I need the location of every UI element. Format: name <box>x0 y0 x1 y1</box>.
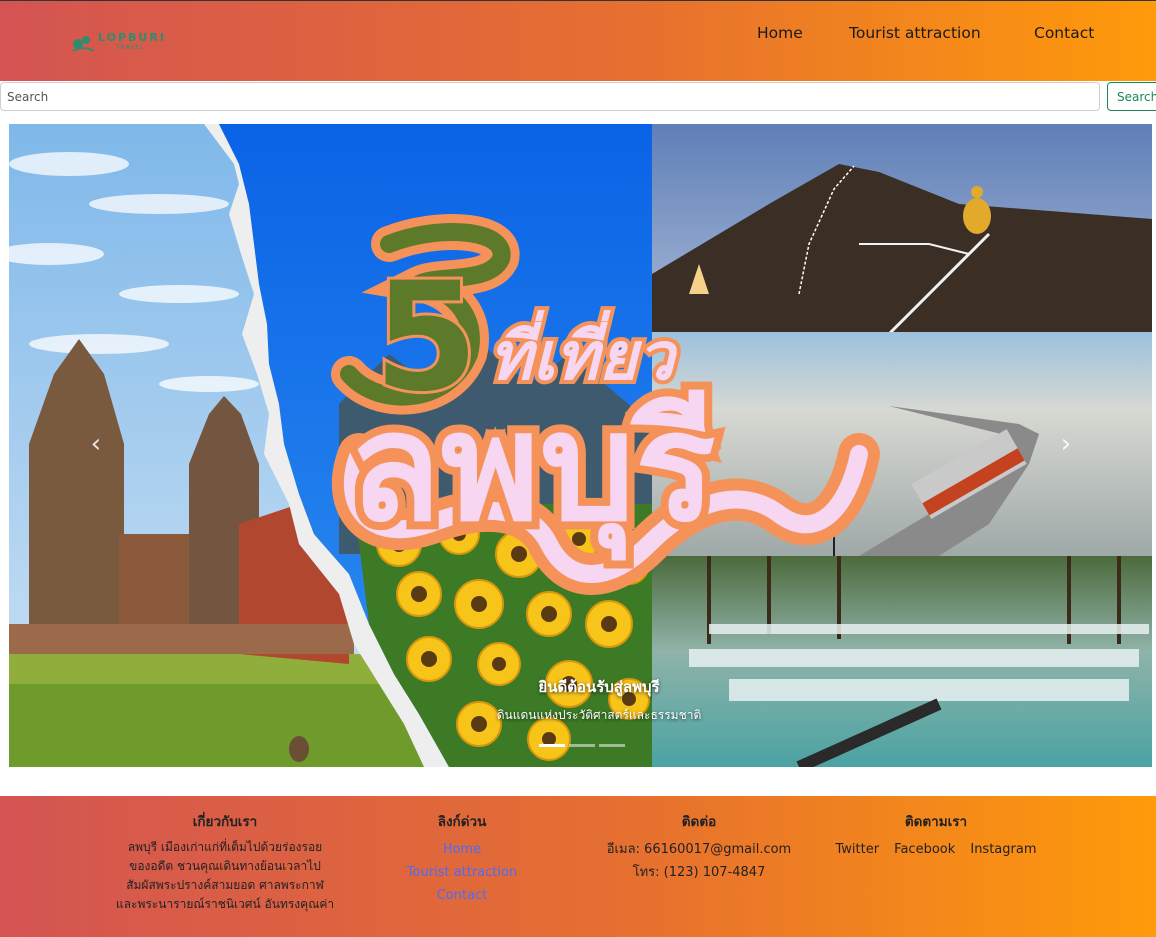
nav-tourist-attraction[interactable]: Tourist attraction <box>849 24 981 46</box>
site-header: LOPBURI TRAVEL Home Tourist attraction C… <box>0 0 1156 81</box>
site-logo[interactable]: LOPBURI TRAVEL <box>70 31 170 55</box>
footer-link-tourist-attraction[interactable]: Tourist attraction <box>382 861 542 884</box>
footer-links-heading: ลิงก์ด่วน <box>437 814 487 830</box>
footer-about-heading: เกี่ยวกับเรา <box>192 814 258 830</box>
carousel-next-button[interactable]: › <box>1051 414 1081 474</box>
carousel-indicator[interactable] <box>539 744 565 747</box>
chevron-left-icon: ‹ <box>90 429 102 459</box>
carousel-caption-title: ยินดีต้อนรับสู่ลพบุรี <box>538 678 660 696</box>
chevron-right-icon: › <box>1060 429 1072 459</box>
site-footer: เกี่ยวกับเรา ลพบุรี เมืองเก่าแก่ที่เต็มไ… <box>0 796 1156 937</box>
search-input[interactable] <box>0 82 1100 111</box>
carousel-indicators <box>539 744 629 748</box>
footer-follow: ติดตามเรา Twitter Facebook Instagram <box>826 810 1046 857</box>
monkey-logo-icon <box>72 36 95 52</box>
footer-about-line: ลพบุรี เมืองเก่าแก่ที่เต็มไปด้วยร่องรอย <box>127 840 323 854</box>
carousel-caption-subtitle: ดินแดนแห่งประวัติศาสตร์และธรรมชาติ <box>496 708 702 722</box>
footer-about-line: และพระนารายณ์ราชนิเวศน์ อันทรงคุณค่า <box>115 897 335 911</box>
footer-contact-heading: ติดต่อ <box>681 814 717 830</box>
logo-subtext: TRAVEL <box>116 44 145 51</box>
hero-banner-image: 5 ที่เที่ยว ลพบุรี <box>9 124 1152 767</box>
footer-email: อีเมล: 66160017@gmail.com <box>606 842 792 857</box>
footer-about-line: ของอดีต ชวนคุณเดินทางย้อนเวลาไป <box>129 859 321 873</box>
carousel-indicator[interactable] <box>599 744 625 747</box>
banner-line-2: ลพบุรี <box>349 381 716 561</box>
footer-contact: ติดต่อ อีเมล: 66160017@gmail.com โทร: (1… <box>594 810 804 884</box>
footer-phone: โทร: (123) 107-4847 <box>632 865 766 880</box>
footer-link-home[interactable]: Home <box>382 838 542 861</box>
footer-link-contact[interactable]: Contact <box>382 884 542 907</box>
social-link-twitter[interactable]: Twitter <box>836 842 880 857</box>
carousel-prev-button[interactable]: ‹ <box>81 414 111 474</box>
nav-home[interactable]: Home <box>757 24 803 46</box>
carousel-indicator[interactable] <box>569 744 595 747</box>
nav-contact[interactable]: Contact <box>1034 24 1094 46</box>
footer-links: ลิงก์ด่วน Home Tourist attraction Contac… <box>382 810 542 907</box>
footer-about-line: สัมผัสพระปรางค์สามยอด ศาลพระกาฬ <box>126 878 324 892</box>
footer-about: เกี่ยวกับเรา ลพบุรี เมืองเก่าแก่ที่เต็มไ… <box>105 810 345 914</box>
logo-text: LOPBURI <box>98 31 166 44</box>
social-link-instagram[interactable]: Instagram <box>970 842 1036 857</box>
hero-carousel: 5 ที่เที่ยว ลพบุรี ‹ › ยินดีต้อนรับสู่ลพ… <box>9 124 1152 767</box>
footer-follow-heading: ติดตามเรา <box>904 814 968 830</box>
social-link-facebook[interactable]: Facebook <box>894 842 955 857</box>
search-button[interactable]: Search <box>1107 82 1156 111</box>
